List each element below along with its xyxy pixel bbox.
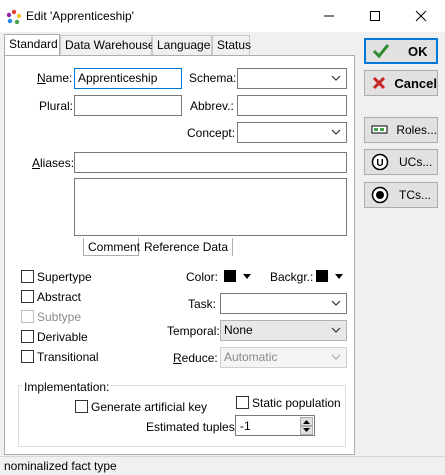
temporal-combo[interactable]: None	[220, 320, 347, 341]
comment-textarea[interactable]	[74, 178, 347, 236]
chevron-down-icon	[331, 129, 341, 135]
aliases-label: Aliases:	[32, 156, 75, 170]
total-constraint-icon	[371, 186, 389, 204]
tab-comment[interactable]: Comment	[83, 238, 140, 256]
name-label-text: ame:	[45, 71, 73, 85]
static-population-checkbox[interactable]	[236, 396, 249, 409]
window-title: Edit 'Apprenticeship'	[26, 9, 134, 23]
ok-button[interactable]: OK	[364, 38, 438, 64]
close-button[interactable]	[398, 0, 444, 32]
reduce-label-text: educe:	[181, 351, 218, 365]
roles-label: Roles...	[396, 123, 437, 137]
roles-button[interactable]: Roles...	[364, 117, 438, 143]
reduce-combo[interactable]: Automatic	[220, 347, 347, 368]
tcs-label: TCs...	[399, 188, 431, 202]
tab-standard[interactable]: Standard	[4, 34, 60, 56]
checkmark-icon	[372, 44, 390, 59]
temporal-value: None	[224, 323, 253, 337]
color-swatch	[224, 270, 236, 282]
task-label: Task:	[188, 297, 217, 311]
close-icon	[415, 10, 427, 22]
tab-status[interactable]: Status	[212, 35, 251, 55]
app-icon	[6, 9, 22, 25]
plural-input[interactable]	[74, 95, 182, 116]
supertype-checkbox[interactable]	[21, 270, 34, 283]
generate-key-label: Generate artificial key	[91, 400, 208, 414]
estimated-tuples-value: -1	[240, 419, 251, 433]
uniqueness-constraint-icon: U	[371, 153, 389, 171]
aliases-label-text: liases:	[40, 156, 75, 170]
cancel-button[interactable]: Cancel	[364, 70, 438, 96]
ok-label: OK	[408, 43, 428, 59]
abbrev-input[interactable]	[237, 95, 347, 116]
schema-combo[interactable]	[237, 68, 347, 89]
status-bar: nominalized fact type	[0, 456, 445, 475]
name-label: Name:	[37, 71, 73, 85]
maximize-button[interactable]	[352, 0, 398, 32]
derivable-label: Derivable	[37, 330, 88, 344]
estimated-tuples-label: Estimated tuples:	[146, 420, 239, 434]
arrow-down-icon	[303, 428, 310, 432]
maximize-icon	[370, 11, 380, 21]
derivable-checkbox[interactable]	[21, 330, 34, 343]
ucs-label: UCs...	[399, 155, 433, 169]
title-bar: Edit 'Apprenticeship'	[0, 0, 445, 32]
dropdown-arrow-icon	[335, 274, 343, 279]
task-combo[interactable]	[220, 293, 347, 314]
static-population-label: Static population	[252, 396, 341, 410]
reduce-label: Reduce:	[173, 351, 218, 365]
spin-up-button[interactable]	[300, 417, 313, 426]
abbrev-label: Abbrev.:	[190, 99, 234, 113]
color-label: Color:	[186, 270, 219, 284]
chevron-down-icon	[331, 354, 341, 360]
concept-combo[interactable]	[237, 122, 347, 143]
backgr-swatch	[316, 270, 328, 282]
supertype-label: Supertype	[37, 270, 92, 284]
name-input[interactable]: Apprenticeship	[74, 68, 182, 89]
roles-icon	[371, 125, 388, 134]
transitional-checkbox[interactable]	[21, 350, 34, 363]
chevron-down-icon	[331, 300, 341, 306]
dropdown-arrow-icon	[243, 274, 251, 279]
color-picker[interactable]	[222, 267, 256, 285]
x-icon	[372, 76, 386, 90]
implementation-label: Implementation:	[22, 380, 112, 394]
reduce-value: Automatic	[224, 350, 278, 364]
ucs-button[interactable]: U UCs...	[364, 149, 438, 175]
temporal-label: Temporal:	[167, 324, 220, 338]
estimated-tuples-spinner[interactable]: -1	[235, 415, 315, 436]
tab-language[interactable]: Language	[152, 35, 212, 55]
tab-data-warehouse[interactable]: Data Warehouse	[60, 35, 155, 55]
plural-label: Plural:	[39, 99, 74, 113]
tcs-button[interactable]: TCs...	[364, 182, 438, 208]
generate-key-checkbox[interactable]	[75, 400, 88, 413]
subtype-checkbox[interactable]	[21, 310, 34, 323]
minimize-button[interactable]	[306, 0, 352, 32]
chevron-down-icon	[331, 75, 341, 81]
abstract-label: Abstract	[37, 290, 82, 304]
backgr-label: Backgr.:	[270, 270, 314, 284]
tab-reference-data[interactable]: Reference Data	[140, 238, 234, 256]
cancel-label: Cancel	[394, 75, 437, 91]
concept-label: Concept:	[187, 126, 236, 140]
aliases-input[interactable]	[74, 152, 347, 173]
arrow-up-icon	[303, 420, 310, 424]
svg-text:U: U	[376, 158, 383, 169]
status-text: nominalized fact type	[4, 459, 117, 473]
transitional-label: Transitional	[37, 350, 99, 364]
spin-down-button[interactable]	[300, 426, 313, 435]
abstract-checkbox[interactable]	[21, 290, 34, 303]
minimize-icon	[324, 15, 334, 17]
chevron-down-icon	[331, 327, 341, 333]
schema-label: Schema:	[189, 71, 237, 85]
subtype-label: Subtype	[37, 310, 82, 324]
backgr-picker[interactable]	[314, 267, 348, 285]
